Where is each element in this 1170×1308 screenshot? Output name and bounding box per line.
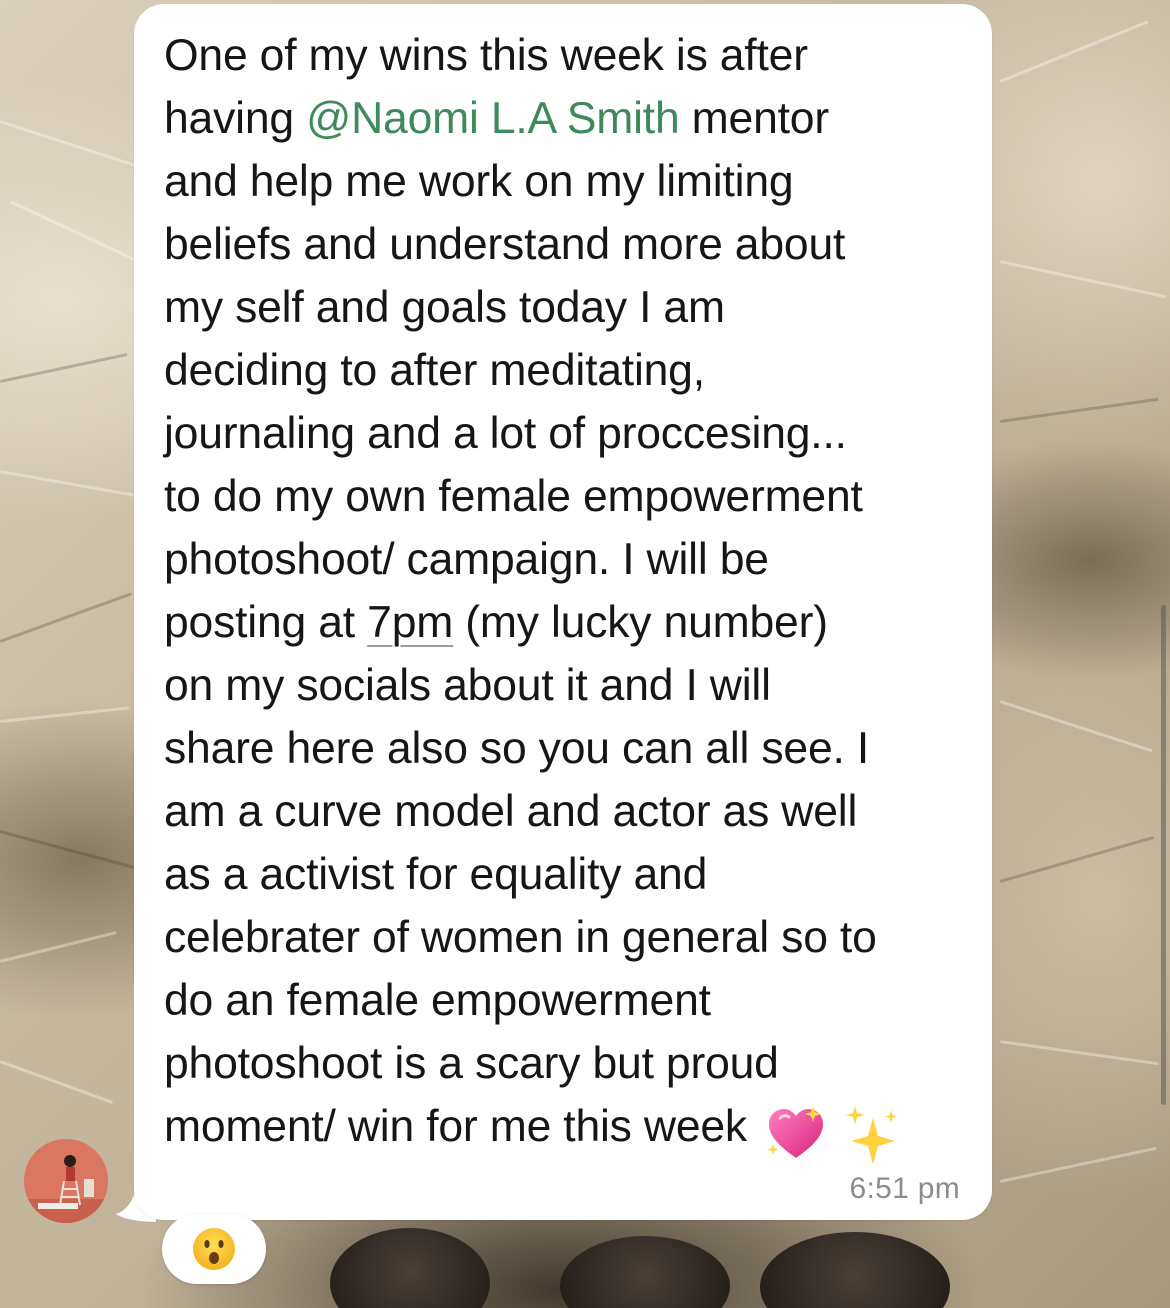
emoji-group <box>765 1101 901 1166</box>
sender-avatar[interactable] <box>24 1139 108 1223</box>
scrollbar[interactable] <box>1161 605 1166 1105</box>
face-with-open-mouth-icon <box>193 1228 235 1270</box>
time-link[interactable]: 7pm <box>367 598 453 647</box>
message-body: and help me work on my limiting beliefs … <box>164 157 863 647</box>
message-bubble[interactable]: One of my wins this week is after having… <box>134 4 992 1220</box>
message-timestamp: 6:51 pm <box>849 1172 960 1205</box>
sparkles-icon <box>845 1106 897 1165</box>
reaction-pill[interactable] <box>162 1214 266 1284</box>
mention-link[interactable]: @Naomi L.A Smith <box>306 94 680 143</box>
message-text-segment: mentor <box>679 94 830 143</box>
message-text: One of my wins this week is after having… <box>164 24 974 1166</box>
message-line-1: One of my wins this week is after <box>164 31 808 80</box>
message-text-segment: having <box>164 94 307 143</box>
avatar-photo <box>24 1139 108 1223</box>
sparkling-heart-icon <box>767 1106 823 1159</box>
message-body: (my lucky number) on my socials about it… <box>164 598 877 1151</box>
